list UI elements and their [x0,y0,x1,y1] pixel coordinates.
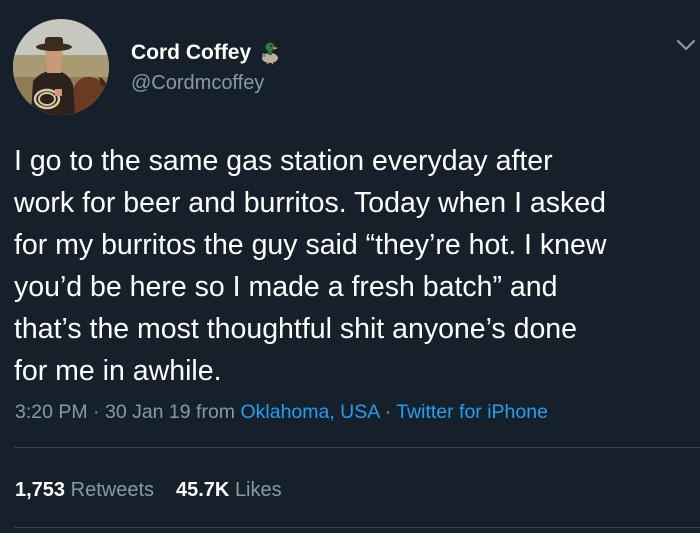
tweet-text-line: I go to the same gas station everyday af… [14,145,553,177]
tweet-metadata: 3:20 PM · 30 Jan 19 from Oklahoma, USA ·… [15,398,548,426]
tweet-text-line: work for beer and burritos. Today when I… [14,187,606,219]
divider [14,527,700,528]
retweets-stat[interactable]: 1,753 Retweets [15,476,154,504]
tweet-text: I go to the same gas station everyday af… [14,140,694,392]
from-label: from [190,401,241,423]
location-link[interactable]: Oklahoma, USA [240,401,379,423]
separator-dot: · [87,401,105,423]
tweet-time[interactable]: 3:20 PM [15,401,88,423]
tweet-text-line: for my burritos the guy said “they’re ho… [14,229,607,261]
author-handle[interactable]: @Cordmcoffey [131,70,264,96]
tweet-date[interactable]: 30 Jan 19 [105,401,191,423]
engagement-stats: 1,753 Retweets 45.7K Likes [15,476,282,504]
retweets-label: Retweets [70,479,154,501]
separator-dot: · [379,401,397,423]
likes-label: Likes [234,479,282,501]
tweet-text-line: that’s the most thoughtful shit anyone’s… [14,313,578,345]
retweets-count: 1,753 [15,479,66,501]
chevron-down-icon[interactable] [676,38,696,52]
likes-count: 45.7K [176,479,230,501]
tweet-text-line: you’d be here so I made a fresh batch” a… [14,271,558,303]
author-display-name[interactable]: Cord Coffey [131,40,251,66]
cowboy-on-horse-avatar [13,19,109,115]
author-name-row[interactable]: Cord Coffey [131,40,280,66]
likes-stat[interactable]: 45.7K Likes [176,476,282,504]
source-app-link[interactable]: Twitter for iPhone [396,401,548,423]
avatar[interactable] [13,19,109,115]
duck-emoji-icon [262,42,279,65]
divider [14,447,700,448]
tweet-text-line: for me in awhile. [14,355,222,387]
